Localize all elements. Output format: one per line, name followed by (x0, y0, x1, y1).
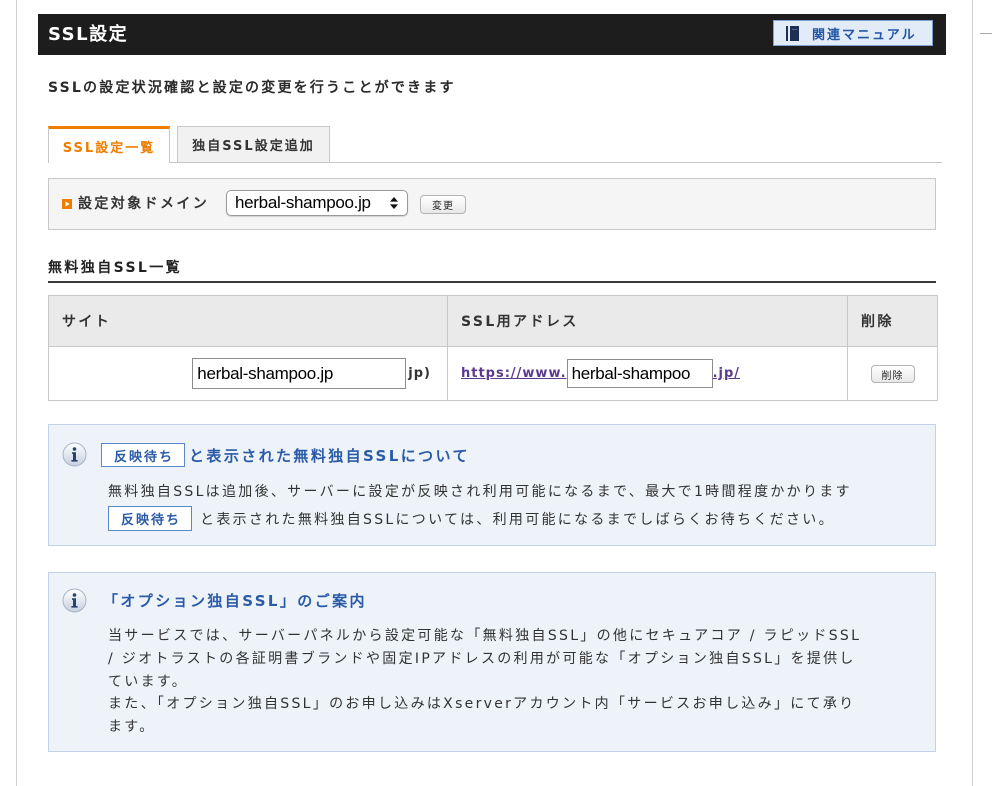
column-header-site: サイト (48, 295, 448, 347)
delete-button[interactable]: 削除 (870, 365, 915, 384)
site-cell: herbal-shampoo.jp jp) (48, 346, 448, 401)
pending-notice-line2: 反映待ち と表示された無料独自SSLについては、利用可能になるまでしばらくお待ち… (108, 506, 835, 531)
option-notice-line: ます。 (108, 719, 156, 735)
option-notice-line: また、「オプション独自SSL」のお申し込みはXserverアカウント内「サービス… (108, 696, 856, 713)
option-notice-heading: 「オプション独自SSL」のご案内 (103, 591, 367, 610)
delete-cell: 削除 (847, 346, 938, 401)
domain-selector-panel: 設定対象ドメイン herbal-shampoo.jp 変更 (48, 178, 936, 230)
tabs-divider (48, 162, 942, 163)
domain-select-value: herbal-shampoo.jp (235, 193, 371, 212)
tab-add-custom-ssl[interactable]: 独自SSL設定追加 (177, 126, 330, 162)
pending-notice-line2-text: と表示された無料独自SSLについては、利用可能になるまでしばらくお待ちください。 (200, 511, 835, 528)
info-icon (62, 588, 87, 613)
section-rule (48, 281, 936, 283)
ssl-list-table: サイト SSL用アドレス 削除 herbal-shampoo.jp jp) htt… (48, 295, 938, 401)
column-header-ssl-address: SSL用アドレス (447, 295, 848, 347)
tab-ssl-list[interactable]: SSL設定一覧 (48, 126, 170, 163)
domain-select[interactable]: herbal-shampoo.jp (226, 190, 408, 216)
table-row: herbal-shampoo.jp jp) https://www. herbal-… (48, 346, 938, 401)
book-icon (786, 25, 799, 41)
left-divider (16, 0, 17, 786)
pending-ssl-notice: 反映待ち と表示された無料独自SSLについて 無料独自SSLは追加後、サーバーに… (48, 424, 936, 546)
pending-notice-title: 反映待ち と表示された無料独自SSLについて (101, 443, 470, 467)
page-title: SSL設定 (48, 24, 129, 45)
site-domain: herbal-shampoo.jp (192, 358, 407, 389)
site-domain-suffix: jp) (408, 366, 431, 381)
top-right-rule (980, 33, 992, 34)
pending-notice-heading: と表示された無料独自SSLについて (189, 446, 470, 465)
option-notice-line: / ジオトラストの各証明書ブランドや固定IPアドレスの利用が可能な「オプション独… (108, 650, 856, 667)
pending-status-badge-inline: 反映待ち (108, 506, 193, 531)
info-icon (62, 442, 87, 467)
option-ssl-notice: 「オプション独自SSL」のご案内 当サービスでは、サーバーパネルから設定可能な「… (48, 572, 936, 752)
page-description: SSLの設定状況確認と設定の変更を行うことができます (48, 80, 456, 96)
related-manual-button[interactable]: 関連マニュアル (773, 20, 933, 46)
select-arrows-icon (390, 197, 398, 209)
ssl-url-suffix-link[interactable]: .jp/ (713, 366, 740, 381)
column-header-delete: 削除 (847, 295, 938, 347)
option-notice-body: 当サービスでは、サーバーパネルから設定可能な「無料独自SSL」の他にセキュアコア… (108, 625, 861, 739)
change-domain-button[interactable]: 変更 (420, 195, 466, 214)
ssl-url-domain: herbal-shampoo (566, 359, 713, 388)
section-heading: 無料独自SSL一覧 (48, 260, 183, 276)
domain-selector-label: 設定対象ドメイン (78, 196, 210, 212)
right-divider (972, 0, 973, 786)
option-notice-line: 当サービスでは、サーバーパネルから設定可能な「無料独自SSL」の他にセキュアコア… (108, 628, 862, 644)
pending-status-badge: 反映待ち (101, 443, 186, 467)
ssl-url-prefix-link[interactable]: https://www. (461, 366, 567, 381)
option-notice-line: ています。 (108, 673, 189, 690)
ssl-address-cell: https://www. herbal-shampoo .jp/ (447, 346, 848, 401)
page-header: SSL設定 関連マニュアル (38, 14, 946, 55)
related-manual-label: 関連マニュアル (812, 27, 917, 43)
pending-notice-line1: 無料独自SSLは追加後、サーバーに設定が反映され利用可能になるまで、最大で1時間… (108, 484, 852, 500)
orange-play-icon (62, 199, 72, 209)
page: SSL設定 関連マニュアル SSLの設定状況確認と設定の変更を行うことができます… (0, 0, 992, 786)
table-header-row: サイト SSL用アドレス 削除 (48, 295, 938, 347)
